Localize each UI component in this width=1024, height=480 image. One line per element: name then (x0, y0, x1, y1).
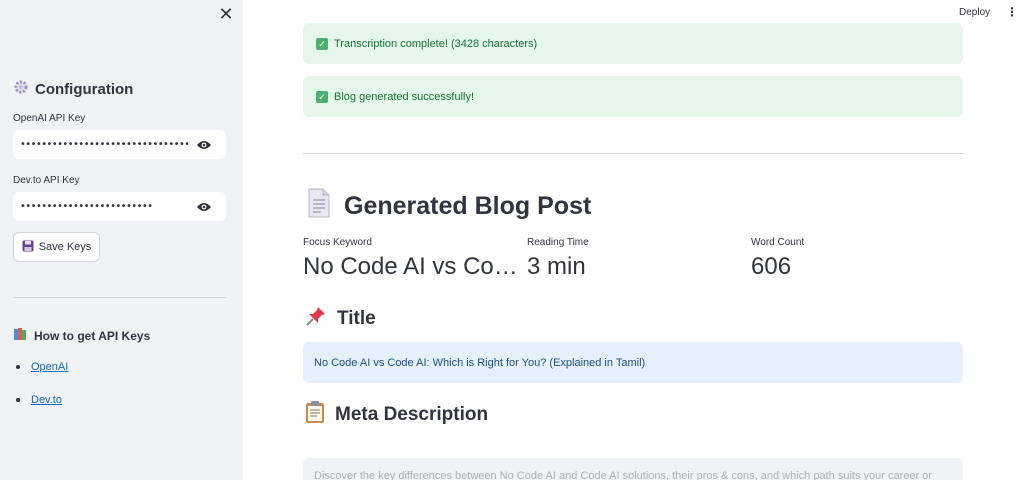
meta-heading-text: Meta Description (335, 404, 489, 425)
meta-description-value: Discover the key differences between No … (314, 470, 932, 480)
checkmark-icon: ✓ (316, 90, 328, 103)
eye-icon[interactable] (196, 200, 212, 212)
openai-key-label: OpenAI API Key (13, 113, 86, 124)
metric-value-focus: No Code AI vs Co… (303, 253, 518, 280)
clipboard-icon (305, 400, 325, 430)
metric-value-reading: 3 min (527, 253, 586, 280)
devto-key-value: ••••••••••••••••••••••••• (20, 201, 153, 212)
howto-heading-text: How to get API Keys (34, 328, 151, 343)
alert-text: Blog generated successfully! (334, 90, 475, 103)
floppy-disk-icon (22, 240, 34, 255)
bullet (16, 365, 20, 369)
document-icon (306, 188, 332, 225)
title-heading-text: Title (337, 308, 376, 329)
deploy-button[interactable]: Deploy (959, 7, 990, 18)
blog-heading-text: Generated Blog Post (344, 192, 592, 220)
bullet (16, 398, 20, 402)
meta-heading: Meta Description (305, 400, 488, 430)
devto-link[interactable]: Dev.to (31, 394, 62, 406)
sidebar-divider (13, 297, 226, 298)
devto-key-label: Dev.to API Key (13, 175, 80, 186)
metric-label-words: Word Count (751, 237, 805, 248)
eye-icon[interactable] (196, 138, 212, 150)
metric-label-reading: Reading Time (527, 237, 589, 248)
blog-heading: Generated Blog Post (306, 188, 591, 225)
devto-key-input[interactable]: ••••••••••••••••••••••••• (13, 192, 226, 221)
list-item: Dev.to (16, 394, 62, 406)
gear-icon (13, 79, 29, 99)
title-value: No Code AI vs Code AI: Which is Right fo… (314, 356, 646, 369)
list-item: OpenAI (16, 361, 68, 373)
close-icon[interactable]: ✕ (216, 4, 236, 24)
save-keys-button[interactable]: Save Keys (13, 232, 100, 262)
title-heading: Title (305, 305, 376, 333)
kebab-menu-icon[interactable]: ⋮ (1006, 6, 1018, 18)
pushpin-icon (305, 305, 327, 333)
alert-text: Transcription complete! (3428 characters… (334, 37, 538, 50)
openai-link[interactable]: OpenAI (31, 361, 68, 373)
main-divider (303, 153, 964, 154)
success-alert-transcription: ✓ Transcription complete! (3428 characte… (303, 23, 963, 64)
openai-key-input[interactable]: ••••••••••••••••••••••••••••••••••••••••… (13, 130, 226, 159)
openai-key-value: ••••••••••••••••••••••••••••••••••••••••… (20, 139, 188, 150)
save-keys-label: Save Keys (38, 241, 92, 253)
title-info-box: No Code AI vs Code AI: Which is Right fo… (303, 342, 963, 383)
metric-value-words: 606 (751, 253, 792, 280)
checkmark-icon: ✓ (316, 37, 328, 50)
books-icon (13, 327, 28, 344)
howto-heading: How to get API Keys (13, 327, 150, 344)
meta-description-textarea[interactable]: Discover the key differences between No … (303, 458, 963, 480)
sidebar: ✕ Configuration OpenAI API Key •••••••••… (0, 0, 243, 480)
config-heading: Configuration (13, 79, 133, 99)
success-alert-blog: ✓ Blog generated successfully! (303, 76, 963, 117)
metric-label-focus: Focus Keyword (303, 237, 372, 248)
config-heading-text: Configuration (35, 80, 134, 98)
